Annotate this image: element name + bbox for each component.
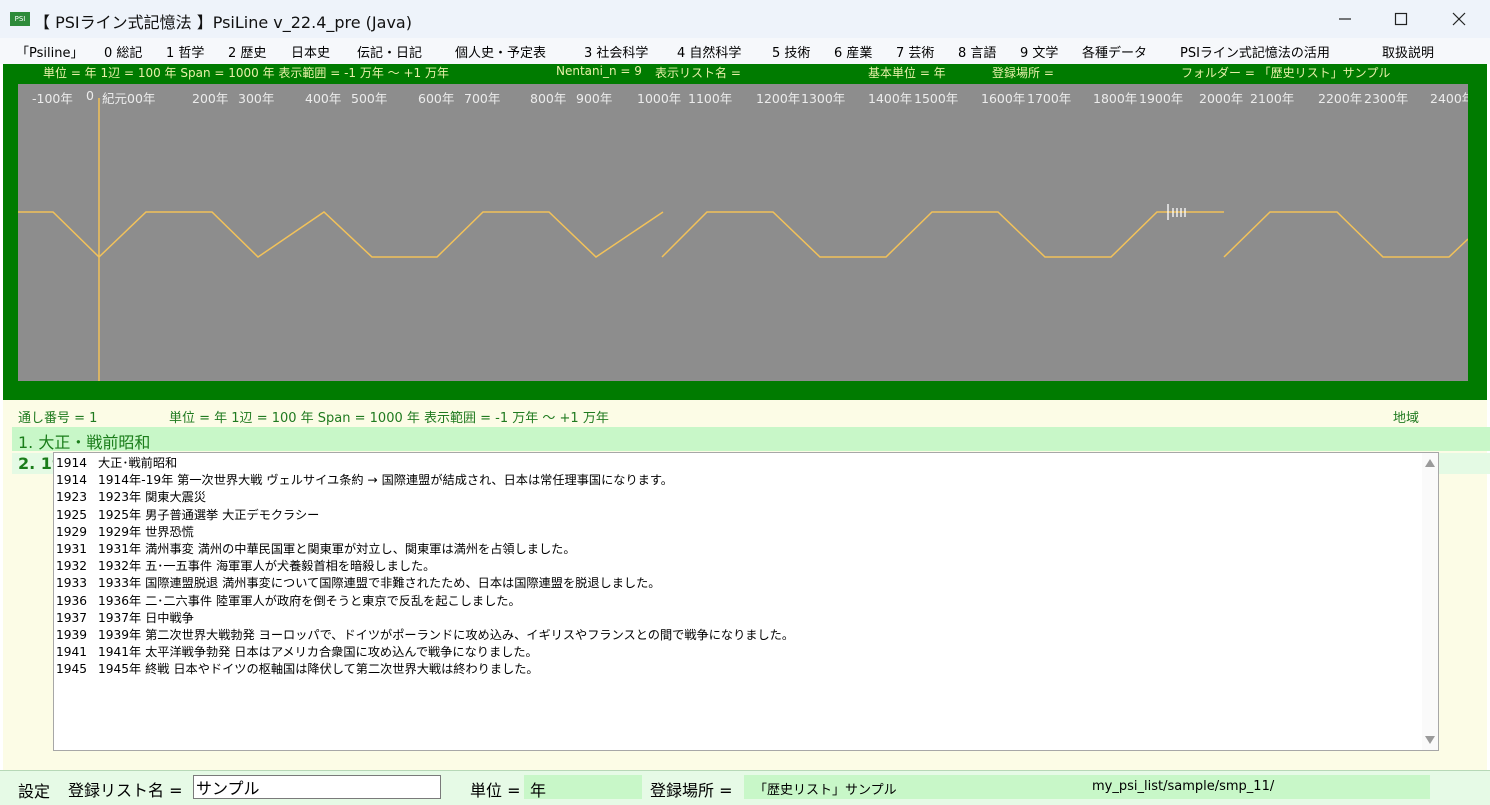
- menu-personal-history[interactable]: 個人史・予定表: [455, 42, 546, 61]
- event-line[interactable]: 1933 1933年 国際連盟脱退 満州事変について国際連盟で非難されたため、日本…: [56, 575, 794, 592]
- location-field[interactable]: 「歴史リスト」サンプル my_psi_list/sample/smp_11/: [744, 775, 1430, 799]
- bottom-bar: 設定 登録リスト名 = 単位 = 年 登録場所 = 「歴史リスト」サンプル my…: [0, 770, 1490, 805]
- event-line[interactable]: 1939 1939年 第二次世界大戦勃発 ヨーロッパで、ドイツがポーランドに攻め込…: [56, 627, 794, 644]
- event-text: 1931年 満州事変 満州の中華民国軍と関東軍が対立し、関東軍は満州を占領しまし…: [98, 541, 576, 556]
- event-text: 大正･戦前昭和: [98, 456, 178, 470]
- menu-literature[interactable]: 9 文学: [1020, 42, 1058, 61]
- path-value: my_psi_list/sample/smp_11/: [1092, 779, 1275, 794]
- event-text: 1925年 男子普通選挙 大正デモクラシー: [98, 507, 320, 522]
- menu-japanese-history[interactable]: 日本史: [291, 42, 330, 61]
- event-text: 1936年 二･二六事件 陸軍軍人が政府を倒そうと東京で反乱を起こしました。: [98, 593, 521, 608]
- title-bar: PSI 【 PSIライン式記憶法 】PsiLine v_22.4_pre (Ja…: [0, 0, 1490, 38]
- event-year: 1929: [56, 524, 88, 539]
- info-unit-span: 単位 = 年 1辺 = 100 年 Span = 1000 年 表示範囲 = -…: [169, 411, 609, 426]
- menu-social-science[interactable]: 3 社会科学: [584, 42, 648, 61]
- event-text: 1932年 五･一五事件 海軍軍人が犬養毅首相を暗殺しました。: [98, 559, 436, 574]
- menu-technology[interactable]: 5 技術: [772, 42, 810, 61]
- event-year: 1933: [56, 576, 88, 591]
- event-year: 1941: [56, 645, 88, 660]
- event-year: 1945: [56, 662, 88, 677]
- event-line[interactable]: 1936 1936年 二･二六事件 陸軍軍人が政府を倒そうと東京で反乱を起こしまし…: [56, 593, 794, 610]
- timeline-canvas[interactable]: -100年 0 紀元00年 200年 300年 400年 500年 600年 7…: [18, 84, 1468, 381]
- maximize-button[interactable]: [1378, 4, 1424, 34]
- menu-manual[interactable]: 取扱説明: [1382, 42, 1434, 61]
- timeline-wave-segment: [18, 211, 664, 259]
- settings-button[interactable]: 設定: [18, 778, 50, 802]
- event-line[interactable]: 1923 1923年 関東大震災: [56, 489, 794, 506]
- event-year: 1932: [56, 559, 88, 574]
- list-name-input[interactable]: [193, 775, 441, 799]
- event-line[interactable]: 1914 1914年-19年 第一次世界大戦 ヴェルサイユ条約 → 国際連盟が結成…: [56, 472, 794, 489]
- header-location: 登録場所 =: [992, 66, 1054, 80]
- menu-natural-science[interactable]: 4 自然科学: [677, 42, 741, 61]
- event-year: 1925: [56, 507, 88, 522]
- event-line[interactable]: 1931 1931年 満州事変 満州の中華民国軍と関東軍が対立し、関東軍は満州を占…: [56, 541, 794, 558]
- menu-biography[interactable]: 伝記・日記: [357, 42, 422, 61]
- header-nentani: Nentani_n = 9: [556, 64, 642, 78]
- event-text: 1941年 太平洋戦争勃発 日本はアメリカ合衆国に攻め込んで戦争になりました。: [98, 645, 538, 660]
- menu-language[interactable]: 8 言語: [958, 42, 996, 61]
- event-text: 1945年 終戦 日本やドイツの枢軸国は降伏して第二次世界大戦は終わりました。: [98, 662, 539, 677]
- window-title: 【 PSIライン式記憶法 】PsiLine v_22.4_pre (Java): [34, 13, 412, 32]
- event-line[interactable]: 1937 1937年 日中戦争: [56, 610, 794, 627]
- scroll-up-icon[interactable]: [1425, 459, 1435, 467]
- header-display-list: 表示リスト名 =: [655, 66, 741, 80]
- app-logo-icon: PSI: [10, 12, 30, 26]
- menu-industry[interactable]: 6 産業: [834, 42, 872, 61]
- list-item-label: 1. 大正・戦前昭和: [18, 433, 151, 452]
- menu-bar: 「Psiline」 0 総記 1 哲学 2 歴史 日本史 伝記・日記 個人史・予…: [0, 38, 1490, 64]
- event-text: 1929年 世界恐慌: [98, 524, 194, 539]
- event-year: 1931: [56, 541, 88, 556]
- timeline-wave-segment: [1223, 211, 1468, 258]
- event-text: 1937年 日中戦争: [98, 610, 194, 625]
- event-line[interactable]: 1925 1925年 男子普通選挙 大正デモクラシー: [56, 507, 794, 524]
- list-item-1[interactable]: 1. 大正・戦前昭和: [12, 427, 1490, 452]
- close-button[interactable]: [1436, 4, 1482, 34]
- timeline-wave-segment: [661, 211, 1224, 258]
- event-line[interactable]: 1932 1932年 五･一五事件 海軍軍人が犬養毅首相を暗殺しました。: [56, 558, 794, 575]
- minimize-icon: [1339, 18, 1351, 20]
- event-text: 1914年-19年 第一次世界大戦 ヴェルサイユ条約 → 国際連盟が結成され、日…: [98, 473, 673, 488]
- timeline-graph: [18, 98, 1468, 381]
- header-unit-span: 単位 = 年 1辺 = 100 年 Span = 1000 年 表示範囲 = -…: [43, 66, 449, 80]
- location-label: 登録場所 =: [650, 781, 733, 800]
- event-text-area[interactable]: 1914 大正･戦前昭和 1914 1914年-19年 第一次世界大戦 ヴェルサイユ条…: [53, 452, 1439, 751]
- close-icon: [1452, 12, 1466, 26]
- region-label[interactable]: 地域: [1393, 407, 1419, 426]
- event-text: 1939年 第二次世界大戦勃発 ヨーロッパで、ドイツがポーランドに攻め込み、イギ…: [98, 627, 795, 642]
- serial-number: 通し番号 = 1: [18, 411, 98, 426]
- event-year: 1937: [56, 610, 88, 625]
- header-base-unit: 基本単位 = 年: [868, 66, 946, 80]
- menu-general[interactable]: 0 総記: [104, 42, 142, 61]
- unit-value[interactable]: 年: [524, 775, 642, 800]
- event-year: 1923: [56, 490, 88, 505]
- vertical-scrollbar[interactable]: [1422, 453, 1438, 750]
- menu-philosophy[interactable]: 1 哲学: [166, 42, 204, 61]
- event-year: 1914: [56, 456, 88, 470]
- menu-psiline-usage[interactable]: PSIライン式記憶法の活用: [1180, 42, 1330, 61]
- list-name-label: 登録リスト名 =: [68, 781, 183, 800]
- event-line[interactable]: 1929 1929年 世界恐慌: [56, 524, 794, 541]
- event-text: 1933年 国際連盟脱退 満州事変について国際連盟で非難されたため、日本は国際連…: [98, 576, 661, 591]
- menu-history[interactable]: 2 歴史: [228, 42, 266, 61]
- event-text: 1923年 関東大震災: [98, 490, 207, 505]
- menu-arts[interactable]: 7 芸術: [896, 42, 934, 61]
- event-year: 1936: [56, 593, 88, 608]
- maximize-icon: [1394, 12, 1408, 26]
- unit-label: 単位 =: [470, 781, 521, 800]
- scroll-down-icon[interactable]: [1425, 736, 1435, 744]
- menu-psiline[interactable]: 「Psiline」: [16, 42, 83, 61]
- minimize-button[interactable]: [1322, 4, 1368, 34]
- event-year: 1914: [56, 473, 88, 488]
- event-line[interactable]: 1941 1941年 太平洋戦争勃発 日本はアメリカ合衆国に攻め込んで戦争になりま…: [56, 644, 794, 661]
- event-year: 1939: [56, 627, 88, 642]
- event-list: 1914 大正･戦前昭和 1914 1914年-19年 第一次世界大戦 ヴェルサイユ条…: [56, 455, 794, 678]
- folder-value: 「歴史リスト」サンプル: [754, 783, 897, 798]
- header-folder: フォルダー = 「歴史リスト」サンプル: [1181, 66, 1391, 80]
- event-line[interactable]: 1914 大正･戦前昭和: [56, 455, 794, 472]
- menu-data[interactable]: 各種データ: [1082, 42, 1147, 61]
- event-line[interactable]: 1945 1945年 終戦 日本やドイツの枢軸国は降伏して第二次世界大戦は終わりま…: [56, 661, 794, 678]
